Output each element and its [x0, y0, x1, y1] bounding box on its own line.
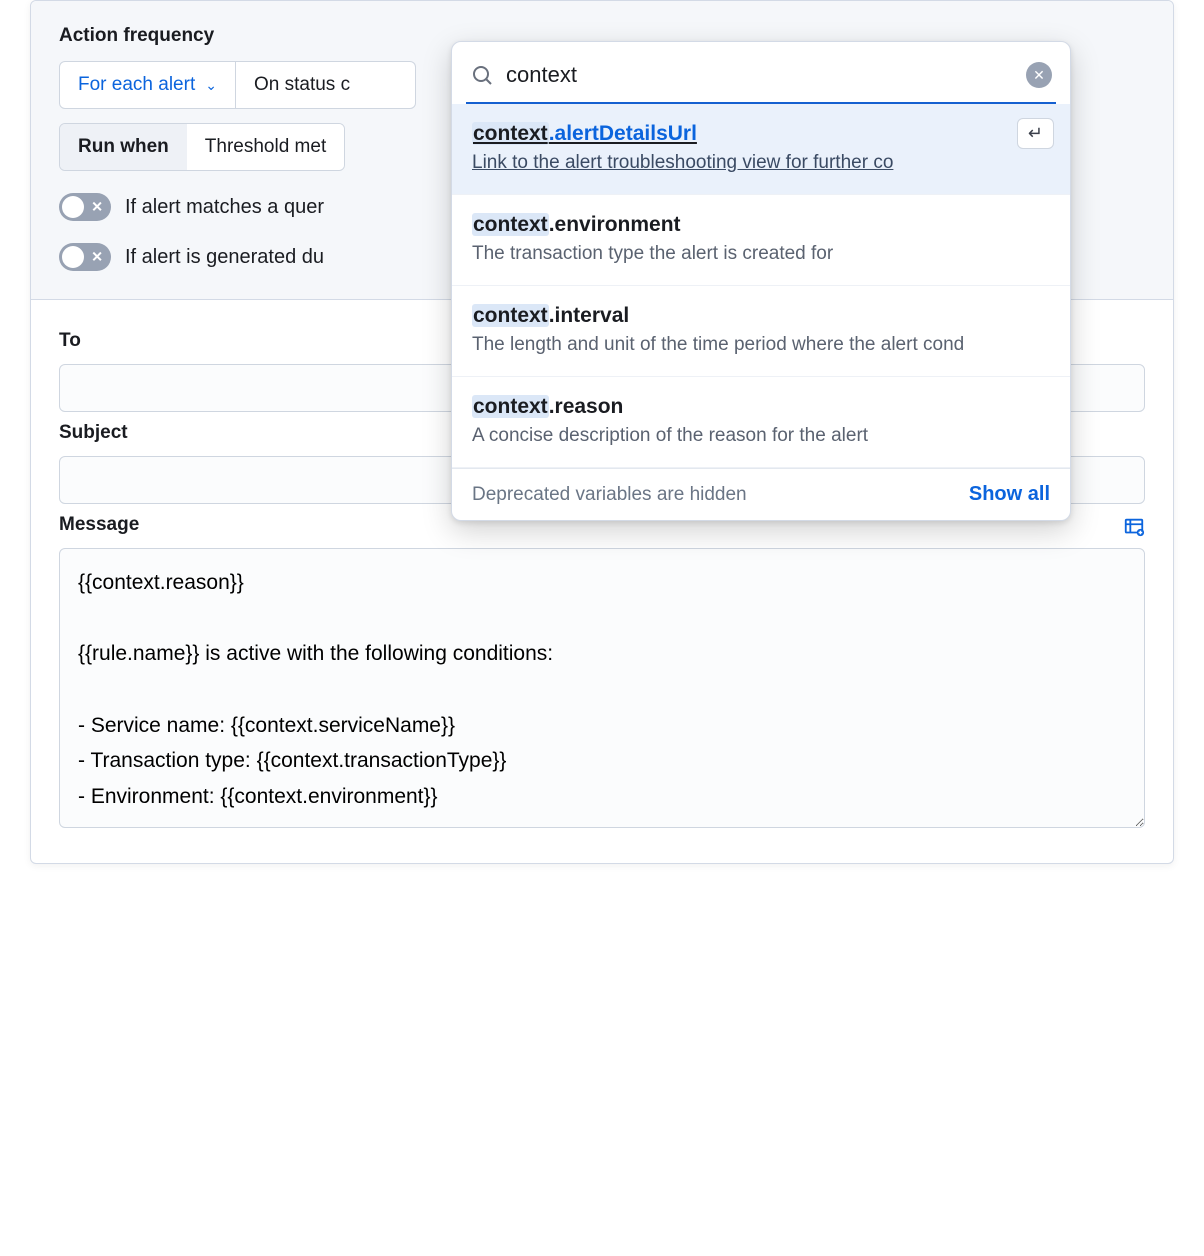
variable-picker-popover: ✕ context.alertDetailsUrl Link to the ale… [451, 41, 1071, 521]
chevron-down-icon: ⌄ [205, 77, 217, 94]
variable-suggestion-list: context.alertDetailsUrl Link to the alert… [452, 104, 1070, 468]
variable-search-row: ✕ [452, 42, 1070, 104]
variable-search-input[interactable] [506, 62, 1014, 88]
variable-suggestion[interactable]: context.environment The transaction type … [452, 195, 1070, 286]
popover-arrow [1004, 520, 1024, 521]
toggle-knob [62, 246, 84, 268]
toggle-generated-during[interactable]: ✕ [59, 243, 111, 271]
enter-key-icon: ↵ [1017, 118, 1054, 149]
frequency-mode-selected: For each alert [78, 74, 195, 96]
toggle-knob [62, 196, 84, 218]
suggestion-description: The length and unit of the time period w… [472, 334, 1050, 356]
show-all-link[interactable]: Show all [969, 483, 1050, 506]
frequency-mode-rest: On status c [236, 61, 416, 109]
run-when-group[interactable]: Run when Threshold met [59, 123, 345, 171]
variable-suggestion[interactable]: context.reason A concise description of t… [452, 377, 1070, 468]
toggle-query-match[interactable]: ✕ [59, 193, 111, 221]
variable-suggestion[interactable]: context.interval The length and unit of t… [452, 286, 1070, 377]
insert-variable-icon[interactable] [1123, 516, 1145, 544]
suggestion-title: context.reason [472, 395, 1050, 419]
variable-suggestion[interactable]: context.alertDetailsUrl Link to the alert… [452, 104, 1070, 195]
suggestion-title: context.interval [472, 304, 1050, 328]
clear-search-icon[interactable]: ✕ [1026, 62, 1052, 88]
variable-picker-footer: Deprecated variables are hidden Show all [452, 468, 1070, 520]
suggestion-title: context.environment [472, 213, 1050, 237]
suggestion-description: A concise description of the reason for … [472, 425, 1050, 447]
suggestion-description: The transaction type the alert is create… [472, 243, 1050, 265]
frequency-mode-dropdown[interactable]: For each alert ⌄ [59, 61, 236, 109]
deprecated-note: Deprecated variables are hidden [472, 484, 747, 506]
suggestion-description: Link to the alert troubleshooting view f… [472, 152, 1050, 174]
message-label: Message [59, 514, 139, 536]
search-icon [470, 63, 494, 87]
suggestion-title: context.alertDetailsUrl [472, 122, 1050, 146]
toggle-generated-during-label: If alert is generated du [125, 246, 324, 269]
action-panel: Action frequency For each alert ⌄ On sta… [30, 0, 1174, 864]
toggle-off-icon: ✕ [91, 249, 103, 266]
toggle-off-icon: ✕ [91, 199, 103, 216]
run-when-value: Threshold met [187, 124, 344, 170]
toggle-query-match-label: If alert matches a quer [125, 196, 324, 219]
message-textarea[interactable] [59, 548, 1145, 828]
run-when-label: Run when [60, 124, 187, 170]
